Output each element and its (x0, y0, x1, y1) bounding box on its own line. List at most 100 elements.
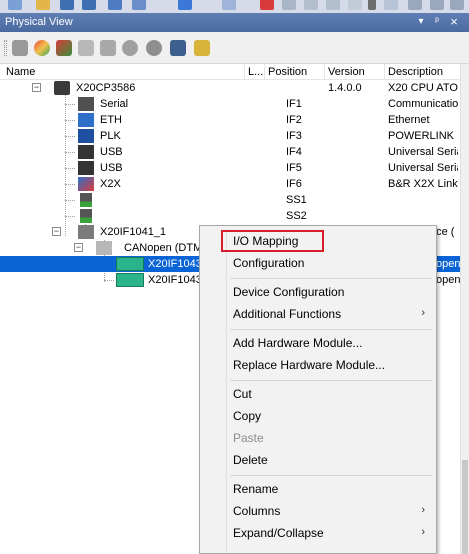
column-divider[interactable] (324, 64, 325, 80)
tree-item-description: Ethernet (388, 114, 430, 126)
check-icon[interactable] (326, 0, 340, 10)
menu-item-add-hardware-module[interactable]: Add Hardware Module... (203, 332, 433, 354)
build-icon[interactable] (108, 0, 122, 10)
ethernet-icon (78, 113, 94, 127)
column-divider[interactable] (384, 64, 385, 80)
menu-item-io-mapping[interactable]: I/O Mapping (203, 230, 433, 252)
tree-item-description: open (436, 274, 460, 286)
toolbar-grip[interactable] (4, 40, 7, 56)
submenu-arrow-icon: › (421, 504, 425, 516)
main-toolbar (0, 0, 469, 13)
mapping-icon[interactable] (100, 40, 116, 56)
tree-row[interactable]: SS1 (0, 192, 460, 208)
tree-row[interactable]: Serial IF1 Communication (0, 96, 460, 112)
tree-item-name: X20IF1043 (148, 274, 202, 286)
column-position[interactable]: Position (268, 66, 307, 78)
menu-item-cut[interactable]: Cut (203, 383, 433, 405)
menu-item-delete[interactable]: Delete (203, 449, 433, 471)
settings-icon[interactable] (408, 0, 422, 10)
panel-toolbar (0, 32, 469, 64)
menu-item-label: Paste (233, 431, 264, 445)
menu-item-rename[interactable]: Rename (203, 478, 433, 500)
device-icon (116, 273, 144, 287)
tree-row[interactable]: − X20CP3586 1.4.0.0 X20 CPU ATO (0, 80, 460, 96)
module-icon[interactable] (78, 40, 94, 56)
collapse-toggle[interactable]: − (32, 83, 41, 92)
column-l[interactable]: L... (248, 66, 263, 78)
menu-item-additional-functions[interactable]: Additional Functions › (203, 303, 433, 325)
tree-row[interactable]: X2X IF6 B&R X2X Link (0, 176, 460, 192)
open-icon[interactable] (8, 0, 22, 10)
folder-icon[interactable] (36, 0, 50, 10)
close-panel-button[interactable]: × (447, 15, 461, 29)
cpu-icon (54, 81, 70, 95)
column-divider[interactable] (244, 64, 245, 80)
network-icon[interactable] (170, 40, 186, 56)
menu-item-configuration[interactable]: Configuration (203, 252, 433, 274)
hardware-module-icon[interactable] (12, 40, 28, 56)
menu-item-expand-collapse[interactable]: Expand/Collapse › (203, 522, 433, 544)
collapse-toggle[interactable]: − (52, 227, 61, 236)
column-name[interactable]: Name (6, 66, 35, 78)
tree-item-name: USB (100, 146, 123, 158)
tree-item-position: IF1 (286, 98, 302, 110)
vertical-scrollbar[interactable] (460, 64, 469, 554)
menu-item-label: Copy (233, 409, 262, 423)
column-divider[interactable] (264, 64, 265, 80)
settings-gear-icon[interactable] (122, 40, 138, 56)
tree-item-name: USB (100, 162, 123, 174)
tree-item-name: ETH (100, 114, 122, 126)
tree-item-description: X20 CPU ATO (388, 82, 458, 94)
tree-row[interactable]: ETH IF2 Ethernet (0, 112, 460, 128)
tree-item-name: X2X (100, 178, 121, 190)
window-icon[interactable] (430, 0, 444, 10)
configuration-icon[interactable] (56, 40, 72, 56)
tree-item-version: 1.4.0.0 (328, 82, 362, 94)
save-all-icon[interactable] (82, 0, 96, 10)
tree-row[interactable]: USB IF4 Universal Seria (0, 144, 460, 160)
menu-item-label: Device Configuration (233, 285, 345, 299)
tree-row[interactable]: SS2 (0, 208, 460, 224)
context-menu: I/O Mapping Configuration Device Configu… (199, 225, 437, 554)
module-add-icon[interactable] (132, 0, 146, 10)
x2x-icon (78, 177, 94, 191)
layout-icon[interactable] (450, 0, 464, 10)
tree-row[interactable]: USB IF5 Universal Seria (0, 160, 460, 176)
help-icon[interactable] (384, 0, 398, 10)
slot-icon (80, 193, 92, 207)
menu-separator (230, 329, 432, 330)
menu-item-columns[interactable]: Columns › (203, 500, 433, 522)
tree-item-description: B&R X2X Link (388, 178, 458, 190)
submenu-arrow-icon: › (421, 307, 425, 319)
menu-item-paste[interactable]: Paste (203, 427, 433, 449)
menu-item-copy[interactable]: Copy (203, 405, 433, 427)
device-icon (116, 257, 144, 271)
column-header: Name L... Position Version Description (0, 64, 460, 80)
color-icon[interactable] (34, 40, 50, 56)
toolbar-overflow-icon[interactable] (368, 0, 376, 10)
panel-menu-button[interactable]: ▾ (414, 15, 428, 29)
collapse-toggle[interactable]: − (74, 243, 83, 252)
pin-icon[interactable]: ᵖ (430, 15, 444, 29)
edit-icon[interactable] (304, 0, 318, 10)
redo-icon[interactable] (222, 0, 236, 10)
submenu-arrow-icon: › (421, 526, 425, 538)
properties-icon[interactable] (282, 0, 296, 10)
wizard-icon[interactable] (194, 40, 210, 56)
tree-item-position: SS1 (286, 194, 307, 206)
menu-item-replace-hardware-module[interactable]: Replace Hardware Module... (203, 354, 433, 376)
save-icon[interactable] (60, 0, 74, 10)
undo-icon[interactable] (178, 0, 192, 10)
powerlink-icon (78, 129, 94, 143)
tree-row[interactable]: PLK IF3 POWERLINK (0, 128, 460, 144)
menu-item-label: Delete (233, 453, 268, 467)
tree-item-description: open (436, 258, 460, 270)
menu-item-label: Rename (233, 482, 279, 496)
search-icon[interactable] (146, 40, 162, 56)
docs-icon[interactable] (348, 0, 362, 10)
delete-icon[interactable] (260, 0, 274, 10)
column-description[interactable]: Description (388, 66, 460, 78)
menu-item-device-configuration[interactable]: Device Configuration (203, 281, 433, 303)
column-version[interactable]: Version (328, 66, 365, 78)
scrollbar-thumb[interactable] (462, 460, 468, 554)
